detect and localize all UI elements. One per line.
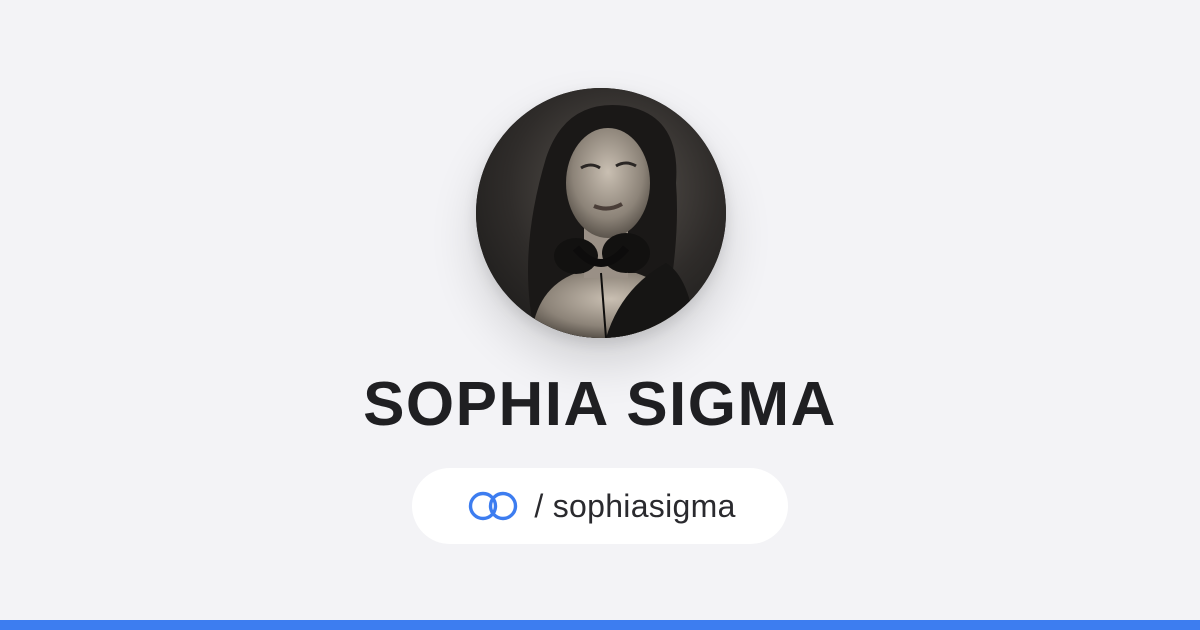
- profile-name: SOPHIA SIGMA: [363, 370, 837, 439]
- profile-link-pill[interactable]: / sophiasigma: [412, 468, 788, 544]
- share-card: SOPHIA SIGMA / sophiasigma: [0, 0, 1200, 630]
- profile-handle: / sophiasigma: [534, 488, 736, 524]
- avatar-photo: [476, 88, 726, 338]
- linked-rings-logo-icon: [469, 491, 518, 521]
- avatar: [476, 88, 726, 338]
- accent-bar: [0, 620, 1200, 630]
